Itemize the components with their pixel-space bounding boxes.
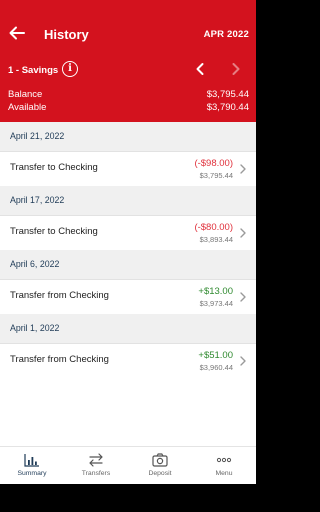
page-title: History [44, 27, 89, 42]
running-balance: $3,960.44 [199, 363, 233, 372]
back-arrow-icon[interactable] [8, 24, 26, 42]
bar-chart-icon [24, 454, 39, 467]
previous-account-chevron-icon[interactable] [192, 61, 208, 77]
date-header: April 21, 2022 [0, 122, 256, 152]
running-balance: $3,973.44 [199, 299, 233, 308]
camera-icon [152, 453, 168, 467]
date-header: April 1, 2022 [0, 314, 256, 344]
month-selector[interactable]: APR 2022 [204, 29, 249, 40]
chevron-right-icon [240, 228, 246, 238]
nav-label: Deposit [148, 470, 172, 477]
app-screen: History APR 2022 1 - Savings i Balance $… [0, 0, 256, 484]
info-icon[interactable]: i [62, 61, 78, 77]
transaction-description: Transfer to Checking [10, 226, 98, 237]
date-header: April 6, 2022 [0, 250, 256, 280]
chevron-right-icon [240, 356, 246, 366]
nav-label: Transfers [81, 470, 111, 477]
transaction-group: April 21, 2022 Transfer to Checking (-$9… [0, 122, 256, 186]
account-selector-row: 1 - Savings i [0, 58, 256, 84]
transaction-amount: (-$80.00) [194, 222, 233, 233]
balance-value: $3,795.44 [206, 89, 249, 100]
nav-label: Summary [17, 470, 47, 477]
balance-label: Balance [8, 89, 43, 100]
nav-label: Menu [215, 470, 233, 477]
swap-arrows-icon [89, 453, 103, 467]
nav-transfers[interactable]: Transfers [64, 447, 128, 484]
transaction-row[interactable]: Transfer from Checking +$51.00 $3,960.44 [0, 344, 256, 378]
running-balance: $3,795.44 [199, 171, 233, 180]
more-dots-icon [216, 457, 232, 463]
available-row: Available $3,790.44 [8, 102, 249, 113]
header: History APR 2022 1 - Savings i Balance $… [0, 0, 256, 122]
transaction-row[interactable]: Transfer to Checking (-$80.00) $3,893.44 [0, 216, 256, 250]
transaction-row[interactable]: Transfer from Checking +$13.00 $3,973.44 [0, 280, 256, 314]
account-name: 1 - Savings [8, 65, 59, 76]
transaction-group: April 6, 2022 Transfer from Checking +$1… [0, 250, 256, 314]
transaction-description: Transfer from Checking [10, 290, 109, 301]
transaction-amount: (-$98.00) [194, 158, 233, 169]
running-balance: $3,893.44 [199, 235, 233, 244]
nav-deposit[interactable]: Deposit [128, 447, 192, 484]
nav-menu[interactable]: Menu [192, 447, 256, 484]
bottom-navigation: Summary Transfers Deposit Menu [0, 446, 256, 484]
date-header: April 17, 2022 [0, 186, 256, 216]
transaction-amount: +$51.00 [198, 350, 233, 361]
available-value: $3,790.44 [206, 102, 249, 113]
nav-summary[interactable]: Summary [0, 447, 64, 484]
available-label: Available [8, 102, 47, 113]
transaction-description: Transfer from Checking [10, 354, 109, 365]
transaction-group: April 17, 2022 Transfer to Checking (-$8… [0, 186, 256, 250]
transaction-row[interactable]: Transfer to Checking (-$98.00) $3,795.44 [0, 152, 256, 186]
next-account-chevron-icon[interactable] [228, 61, 244, 77]
chevron-right-icon [240, 292, 246, 302]
transaction-group: April 1, 2022 Transfer from Checking +$5… [0, 314, 256, 378]
transaction-description: Transfer to Checking [10, 162, 98, 173]
balance-row: Balance $3,795.44 [8, 89, 249, 100]
chevron-right-icon [240, 164, 246, 174]
transaction-amount: +$13.00 [198, 286, 233, 297]
transaction-list: April 21, 2022 Transfer to Checking (-$9… [0, 122, 256, 378]
